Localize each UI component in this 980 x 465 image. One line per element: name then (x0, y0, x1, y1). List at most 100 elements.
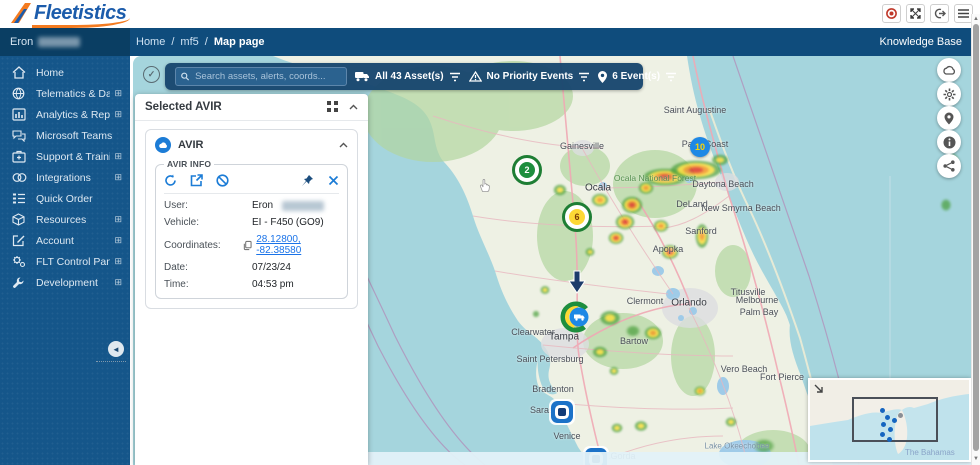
map-search[interactable] (175, 67, 347, 86)
user-value-redacted (282, 201, 324, 211)
event-count-marker[interactable]: 10 (690, 137, 710, 157)
breadcrumb-current: Map page (214, 36, 265, 48)
fullscreen-icon (910, 8, 921, 19)
sidebar-item-quick-order[interactable]: Quick Order (0, 188, 130, 209)
panel-header: Selected AVIR (135, 94, 368, 121)
cluster-marker[interactable]: 2 (512, 155, 542, 185)
expand-icon[interactable]: ⊞ (114, 172, 122, 183)
signout-button[interactable] (930, 4, 949, 23)
asset-dot-marker[interactable] (558, 408, 566, 416)
breadcrumb-home[interactable]: Home (136, 36, 165, 48)
map-info-button[interactable] (937, 130, 961, 154)
heat-blob (609, 367, 619, 376)
breadcrumb-mf5[interactable]: mf5 (180, 36, 198, 48)
sidebar-item-integrations[interactable]: Integrations ⊞ (0, 167, 130, 188)
breadcrumb-sep: / (171, 36, 174, 48)
sidebar-collapse-button[interactable]: ◄ (108, 341, 124, 357)
copy-icon[interactable] (243, 240, 252, 251)
warning-triangle-icon (469, 71, 482, 82)
selected-avir-panel: Selected AVIR AVIR AVIR INFO (135, 94, 368, 465)
hand-cursor (479, 178, 492, 193)
assets-filter[interactable]: All 43 Asset(s) (355, 71, 461, 82)
wrench-icon (12, 276, 28, 290)
search-input[interactable] (193, 70, 341, 83)
page-scrollbar[interactable]: ▲ ▼ (971, 14, 980, 465)
heat-blob (591, 193, 609, 207)
sidebar-item-flt-control[interactable]: FLT Control Panel ⊞ (0, 251, 130, 272)
locate-button[interactable] (937, 106, 961, 130)
chevron-up-icon[interactable] (349, 104, 358, 110)
minimap-dot (885, 415, 890, 420)
selection-arrow-icon (568, 270, 586, 294)
filter-icon[interactable] (449, 72, 461, 82)
minimap-toggle-icon[interactable] (814, 384, 824, 394)
search-icon (181, 72, 189, 81)
knowledge-base-link[interactable]: Knowledge Base (879, 28, 962, 56)
priority-events-filter[interactable]: No Priority Events (469, 71, 591, 82)
sidebar-item-resources[interactable]: Resources ⊞ (0, 209, 130, 230)
select-check-icon[interactable]: ✓ (143, 66, 160, 83)
minimap-dot (888, 427, 893, 432)
current-user[interactable]: Eron (0, 28, 130, 56)
heat-blob (661, 245, 679, 260)
share-button[interactable] (937, 154, 961, 178)
expand-icon[interactable]: ⊞ (114, 88, 122, 99)
info-icon (943, 136, 956, 149)
map-settings-button[interactable] (937, 82, 961, 106)
sidebar-item-teams[interactable]: Microsoft Teams (0, 125, 130, 146)
expand-icon[interactable]: ⊞ (114, 235, 122, 246)
sidebar-item-analytics[interactable]: Analytics & Reports ⊞ (0, 104, 130, 125)
events-filter[interactable]: 6 Event(s) (598, 71, 677, 83)
cluster-marker[interactable]: 6 (562, 202, 592, 232)
bar-chart-icon (12, 108, 28, 122)
avir-info-fieldset: AVIR INFO User: Eron Vehicle: EI - F450 … (155, 159, 348, 299)
edit-icon (12, 234, 28, 248)
expand-icon[interactable]: ⊞ (114, 109, 122, 120)
field-coordinates: Coordinates: 28.12800, -82.38580 (164, 234, 339, 256)
weather-layer-button[interactable] (937, 58, 961, 82)
scrollbar-thumb[interactable] (973, 24, 979, 451)
handshake-icon (12, 171, 28, 185)
selected-avir-marker[interactable] (560, 300, 594, 334)
block-icon[interactable] (216, 174, 229, 187)
expand-grid-icon[interactable] (327, 101, 339, 113)
heat-blob (644, 326, 662, 340)
scroll-down-arrow[interactable]: ▼ (972, 456, 980, 462)
support-case-icon (12, 150, 28, 164)
field-user: User: Eron (164, 200, 339, 211)
field-date: Date: 07/23/24 (164, 262, 339, 273)
menu-icon (958, 9, 969, 18)
user-name: Eron (10, 36, 33, 48)
sidebar-item-telematics[interactable]: Telematics & DashCam ⊞ (0, 83, 130, 104)
heat-blob (625, 325, 641, 338)
chevron-up-icon[interactable] (339, 142, 348, 148)
chat-bubbles-icon (12, 129, 28, 143)
expand-icon[interactable]: ⊞ (114, 151, 122, 162)
coordinates-link[interactable]: 28.12800, -82.38580 (256, 234, 339, 256)
fleetistics-logo[interactable]: Fleetistics (10, 1, 130, 28)
sidebar-item-support[interactable]: Support & Training ⊞ (0, 146, 130, 167)
open-in-new-icon[interactable] (190, 174, 203, 187)
filter-icon[interactable] (578, 72, 590, 82)
overview-minimap[interactable]: The Bahamas (808, 378, 971, 462)
sidebar-item-development[interactable]: Development ⊞ (0, 272, 130, 293)
sidebar-item-account[interactable]: Account ⊞ (0, 230, 130, 251)
record-icon (886, 8, 897, 19)
expand-icon[interactable]: ⊞ (114, 214, 122, 225)
field-vehicle: Vehicle: EI - F450 (GO9) (164, 217, 339, 228)
expand-icon[interactable]: ⊞ (114, 277, 122, 288)
fullscreen-button[interactable] (906, 4, 925, 23)
avir-card-header[interactable]: AVIR (155, 137, 348, 153)
heat-blob (695, 223, 709, 249)
heat-blob (608, 232, 624, 245)
filter-icon[interactable] (665, 72, 677, 82)
refresh-icon[interactable] (164, 174, 177, 187)
heat-blob (532, 310, 540, 318)
sidebar-item-home[interactable]: Home (0, 62, 130, 83)
scroll-up-arrow[interactable]: ▲ (972, 16, 980, 22)
top-header: Fleetistics (0, 0, 980, 28)
expand-icon[interactable]: ⊞ (114, 256, 122, 267)
record-button[interactable] (882, 4, 901, 23)
pin-icon[interactable] (301, 174, 315, 187)
close-icon[interactable] (328, 175, 339, 186)
